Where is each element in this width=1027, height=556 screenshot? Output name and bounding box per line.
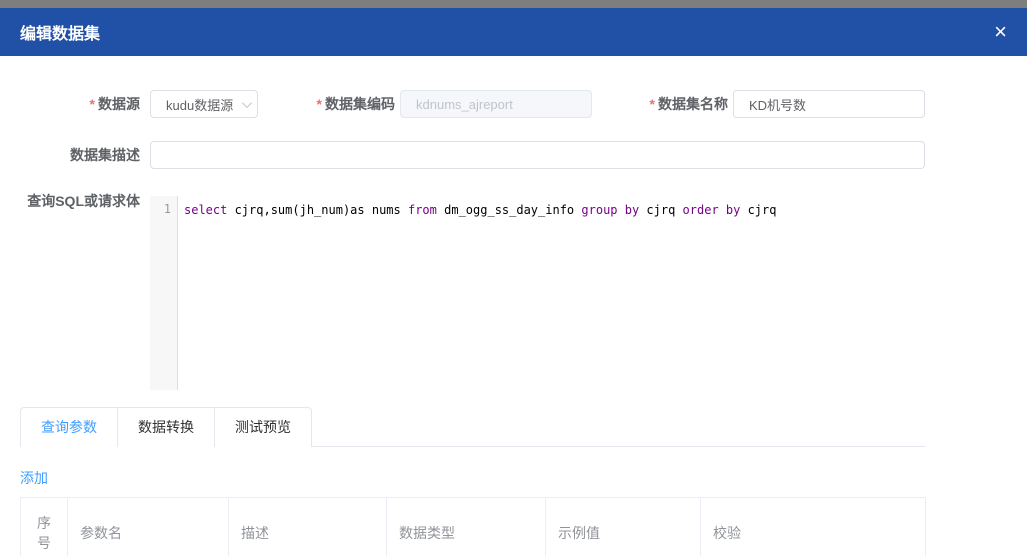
col-header-seq: 序号 — [21, 498, 68, 556]
tab-query-params[interactable]: 查询参数 — [21, 408, 117, 447]
table-header-row: 序号 参数名 描述 数据类型 示例值 校验 — [21, 498, 926, 556]
tab-bar: 查询参数 数据转换 测试预览 — [20, 407, 925, 447]
tab-nav: 查询参数 数据转换 测试预览 — [20, 407, 312, 447]
tab-test-preview[interactable]: 测试预览 — [214, 408, 311, 447]
editor-gutter: 1 — [150, 196, 178, 390]
add-param-link[interactable]: 添加 — [20, 468, 48, 488]
dataset-name-input[interactable] — [733, 90, 925, 118]
col-header-validation: 校验 — [701, 498, 926, 556]
datasource-select[interactable]: kudu数据源 — [150, 90, 258, 118]
dataset-name-label-text: 数据集名称 — [658, 96, 728, 112]
required-asterisk: * — [90, 96, 95, 112]
col-header-description: 描述 — [229, 498, 387, 556]
sql-label-text: 查询SQL或请求体 — [27, 193, 140, 209]
tab-data-transform[interactable]: 数据转换 — [117, 408, 214, 447]
close-icon[interactable]: × — [994, 21, 1007, 43]
sql-code-line: select cjrq,sum(jh_num)as nums from dm_o… — [178, 196, 776, 390]
required-asterisk: * — [650, 96, 655, 112]
dataset-code-label: *数据集编码 — [255, 90, 395, 118]
col-header-example-value: 示例值 — [546, 498, 701, 556]
edit-dataset-dialog: 编辑数据集 × *数据源 kudu数据源 *数据集编码 *数据集名称 数据集描述… — [0, 0, 1027, 556]
params-table: 序号 参数名 描述 数据类型 示例值 校验 — [20, 497, 926, 556]
window-top-strip — [0, 0, 1027, 8]
line-number: 1 — [164, 202, 171, 216]
dialog-title: 编辑数据集 — [20, 20, 100, 44]
sql-editor[interactable]: 1 select cjrq,sum(jh_num)as nums from dm… — [150, 196, 925, 390]
dataset-name-label: *数据集名称 — [588, 90, 728, 118]
dataset-desc-input[interactable] — [150, 141, 925, 169]
col-header-data-type: 数据类型 — [387, 498, 546, 556]
datasource-label-text: 数据源 — [98, 96, 140, 112]
datasource-select-value: kudu数据源 — [166, 95, 238, 114]
chevron-down-icon — [242, 98, 252, 108]
dataset-code-input[interactable] — [400, 90, 592, 118]
sql-label: 查询SQL或请求体 — [0, 191, 140, 211]
dataset-code-label-text: 数据集编码 — [325, 96, 395, 112]
col-header-param-name: 参数名 — [68, 498, 229, 556]
dataset-desc-label: 数据集描述 — [0, 141, 140, 169]
datasource-label: *数据源 — [0, 90, 140, 118]
dialog-header: 编辑数据集 × — [0, 8, 1027, 56]
dataset-desc-label-text: 数据集描述 — [70, 147, 140, 163]
required-asterisk: * — [317, 96, 322, 112]
